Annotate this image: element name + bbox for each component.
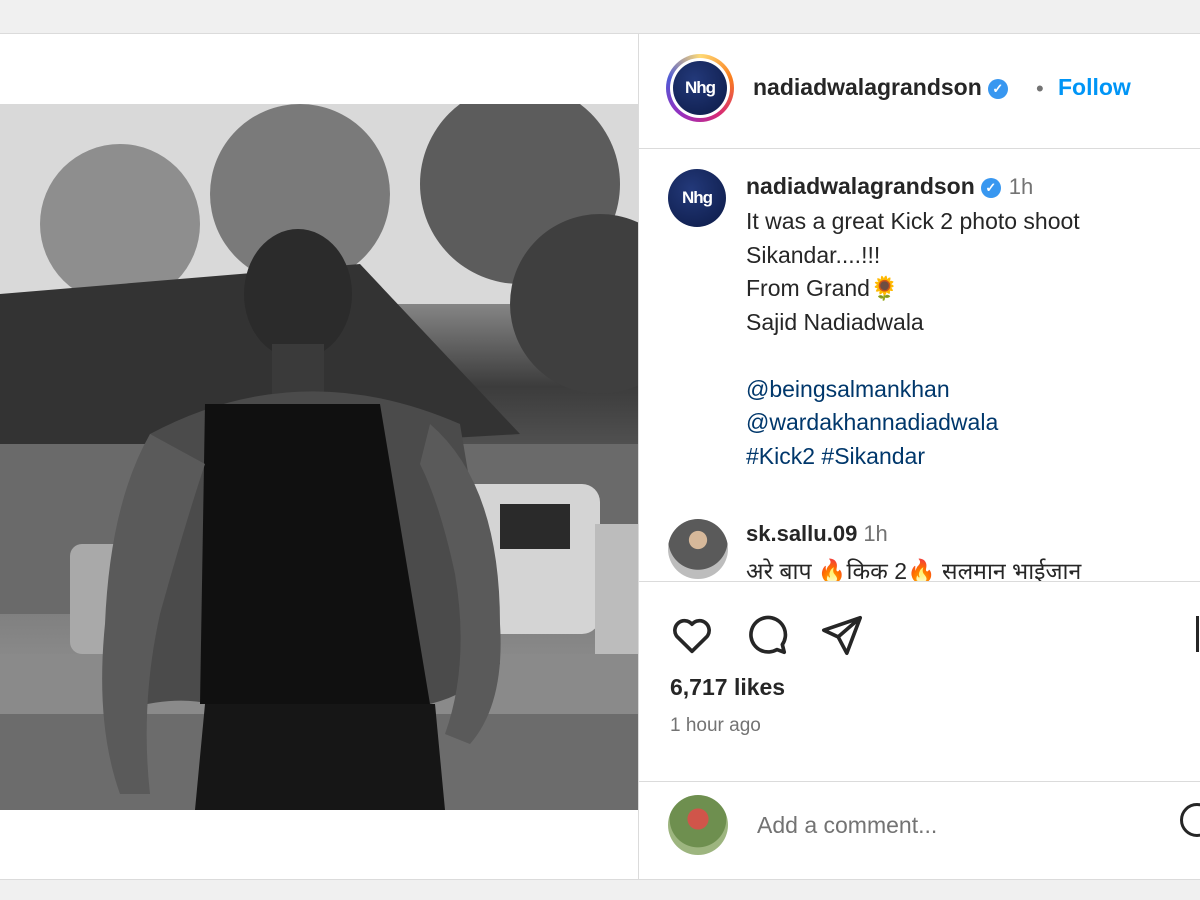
author-username-text[interactable]: nadiadwalagrandson bbox=[753, 74, 982, 100]
commenter-avatar[interactable] bbox=[668, 519, 728, 579]
comment-input[interactable] bbox=[755, 805, 1139, 845]
caption-line: Sajid Nadiadwala bbox=[746, 308, 924, 335]
share-icon[interactable] bbox=[819, 612, 865, 658]
comment-icon[interactable] bbox=[744, 612, 790, 658]
commenter-username[interactable]: sk.sallu.09 bbox=[746, 521, 857, 546]
emoji-icon[interactable] bbox=[1180, 803, 1200, 837]
avatar-inner: Nhg bbox=[670, 58, 730, 118]
caption-time[interactable]: 1h bbox=[1009, 174, 1033, 199]
post-timestamp[interactable]: 1 hour ago bbox=[670, 715, 761, 737]
mention-link[interactable]: @wardakhannadiadwala bbox=[746, 406, 1186, 440]
photo-illustration bbox=[0, 104, 638, 810]
caption-line: From Grand🌻 bbox=[746, 275, 899, 301]
post-header: Nhg nadiadwalagrandson ✓ • Follow bbox=[639, 34, 1200, 149]
post-card: Nhg nadiadwalagrandson ✓ • Follow Nhg nad… bbox=[0, 33, 1200, 880]
add-comment-bar bbox=[639, 781, 1200, 880]
action-bar: 6,717 likes 1 hour ago bbox=[639, 581, 1200, 782]
comment-header: sk.sallu.09 1h bbox=[746, 521, 888, 547]
post-photo[interactable] bbox=[0, 104, 638, 810]
caption-author-avatar[interactable]: Nhg bbox=[668, 169, 726, 227]
caption-line: Sikandar....!!! bbox=[746, 241, 881, 268]
caption-text: It was a great Kick 2 photo shoot Sikand… bbox=[746, 205, 1186, 473]
header-separator: • bbox=[1036, 76, 1044, 101]
author-logo: Nhg bbox=[673, 61, 727, 115]
caption-line: It was a great Kick 2 photo shoot bbox=[746, 208, 1080, 234]
photo-panel bbox=[0, 34, 638, 879]
hashtag-links[interactable]: #Kick2 #Sikandar bbox=[746, 440, 1186, 474]
author-avatar[interactable]: Nhg bbox=[666, 54, 734, 122]
comments-section[interactable]: Nhg nadiadwalagrandson ✓ 1h It was a great… bbox=[639, 149, 1200, 581]
verified-badge-icon: ✓ bbox=[987, 78, 1008, 99]
follow-button[interactable]: Follow bbox=[1058, 74, 1131, 101]
caption-author: nadiadwalagrandson ✓ 1h bbox=[746, 173, 1033, 200]
verified-badge-icon: ✓ bbox=[980, 177, 1001, 198]
mention-link[interactable]: @beingsalmankhan bbox=[746, 373, 1186, 407]
heart-icon[interactable] bbox=[669, 612, 715, 658]
caption-username[interactable]: nadiadwalagrandson bbox=[746, 173, 975, 199]
post-sidebar: Nhg nadiadwalagrandson ✓ • Follow Nhg nad… bbox=[639, 34, 1200, 879]
comment-time[interactable]: 1h bbox=[863, 521, 887, 546]
current-user-avatar bbox=[668, 795, 728, 855]
save-icon[interactable] bbox=[1196, 616, 1200, 652]
author-username[interactable]: nadiadwalagrandson ✓ bbox=[753, 74, 1008, 101]
comment-text: अरे बाप 🔥किक 2🔥 सलमान भाईजान bbox=[746, 558, 1082, 581]
likes-count[interactable]: 6,717 likes bbox=[670, 674, 785, 701]
